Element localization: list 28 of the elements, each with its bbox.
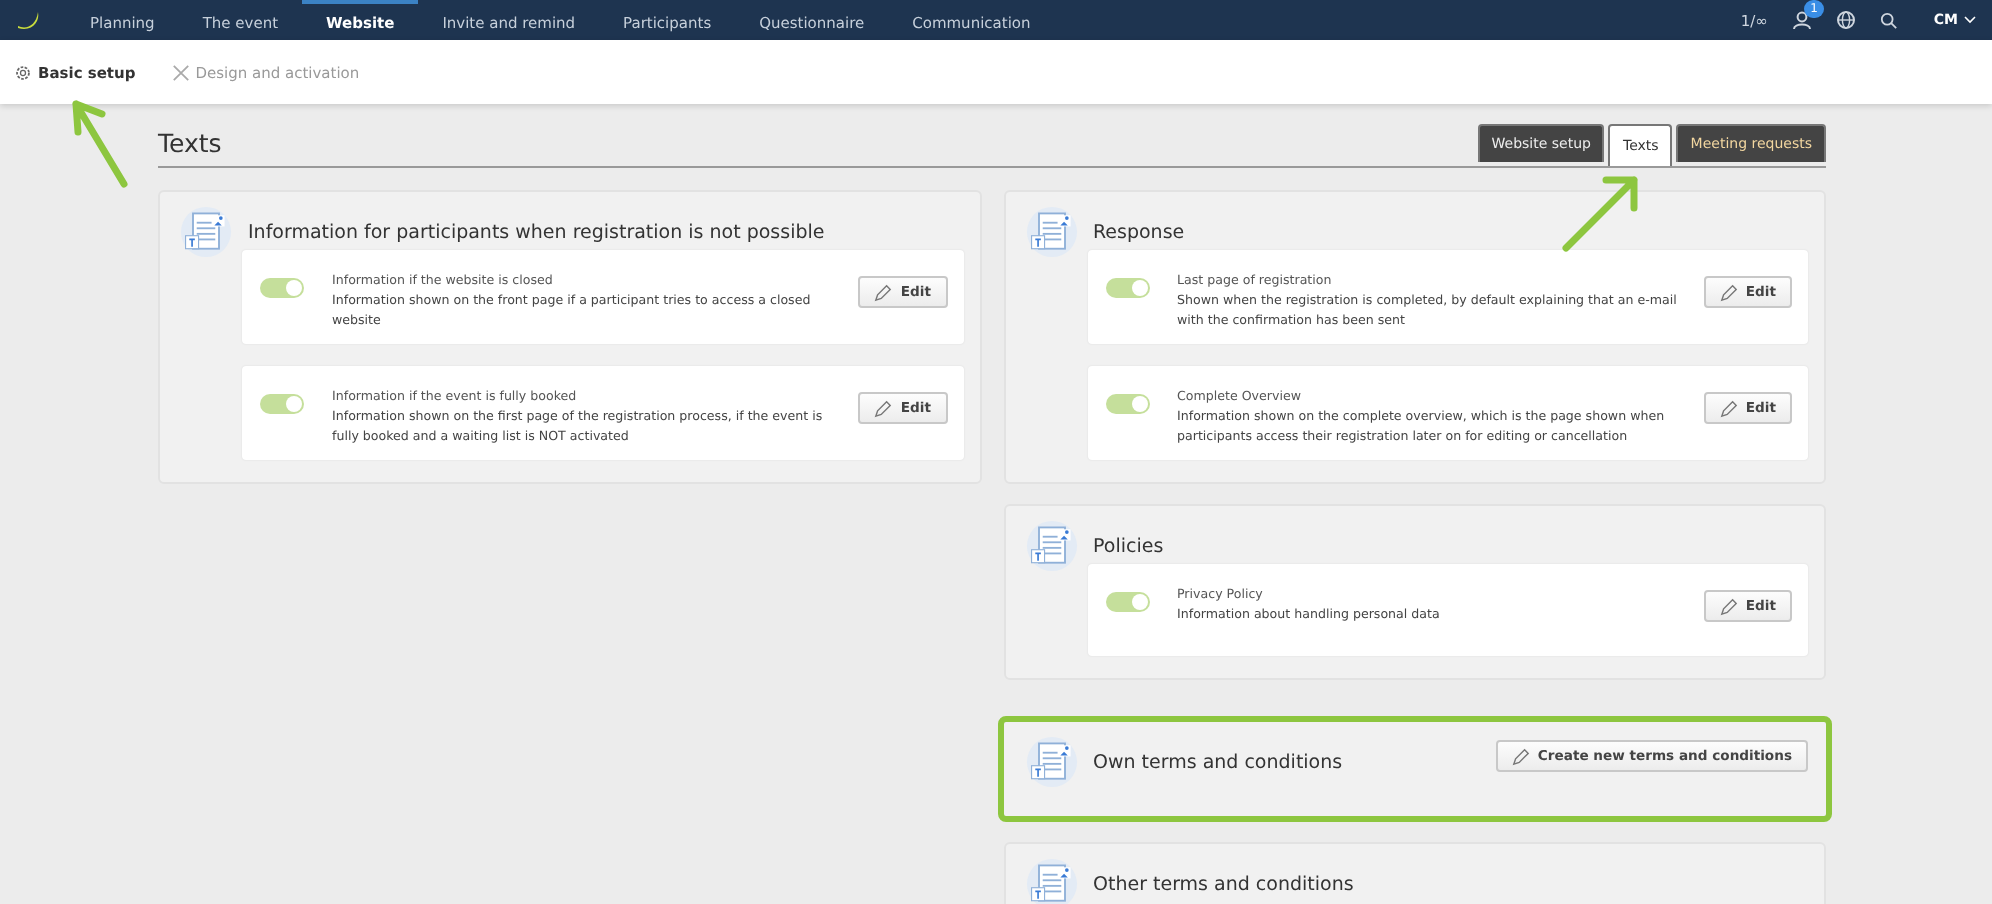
pencil-icon [874, 399, 893, 417]
toggle-switch[interactable] [260, 394, 304, 414]
pencil-icon [1719, 399, 1738, 417]
toggle-switch[interactable] [1105, 278, 1149, 298]
pencil-icon [1511, 747, 1530, 765]
toggle-switch[interactable] [1105, 394, 1149, 414]
pencil-icon [1719, 597, 1738, 615]
document-icon [1025, 736, 1077, 788]
section-title: Other terms and conditions [1093, 873, 1354, 895]
document-icon [1025, 520, 1077, 572]
pencil-icon [1719, 283, 1738, 301]
toggle-switch[interactable] [260, 278, 304, 298]
toggle-switch[interactable] [1105, 592, 1149, 612]
section-title: Policies [1093, 535, 1164, 557]
search-icon[interactable] [1879, 11, 1898, 29]
document-icon [1025, 858, 1077, 904]
section-title: Own terms and conditions [1093, 751, 1343, 773]
section-title: Information for participants when registration is not possible [248, 221, 825, 243]
page-title: Texts [158, 128, 222, 162]
document-icon [1025, 206, 1077, 258]
document-icon [180, 206, 232, 258]
pencil-icon [874, 283, 893, 301]
section-title: Response [1093, 221, 1185, 243]
annotation-arrow [1560, 170, 1644, 254]
gear-icon [14, 63, 32, 81]
participants-icon[interactable] [1791, 10, 1812, 30]
caret-icon [1964, 16, 1976, 24]
globe-icon[interactable] [1835, 10, 1856, 30]
